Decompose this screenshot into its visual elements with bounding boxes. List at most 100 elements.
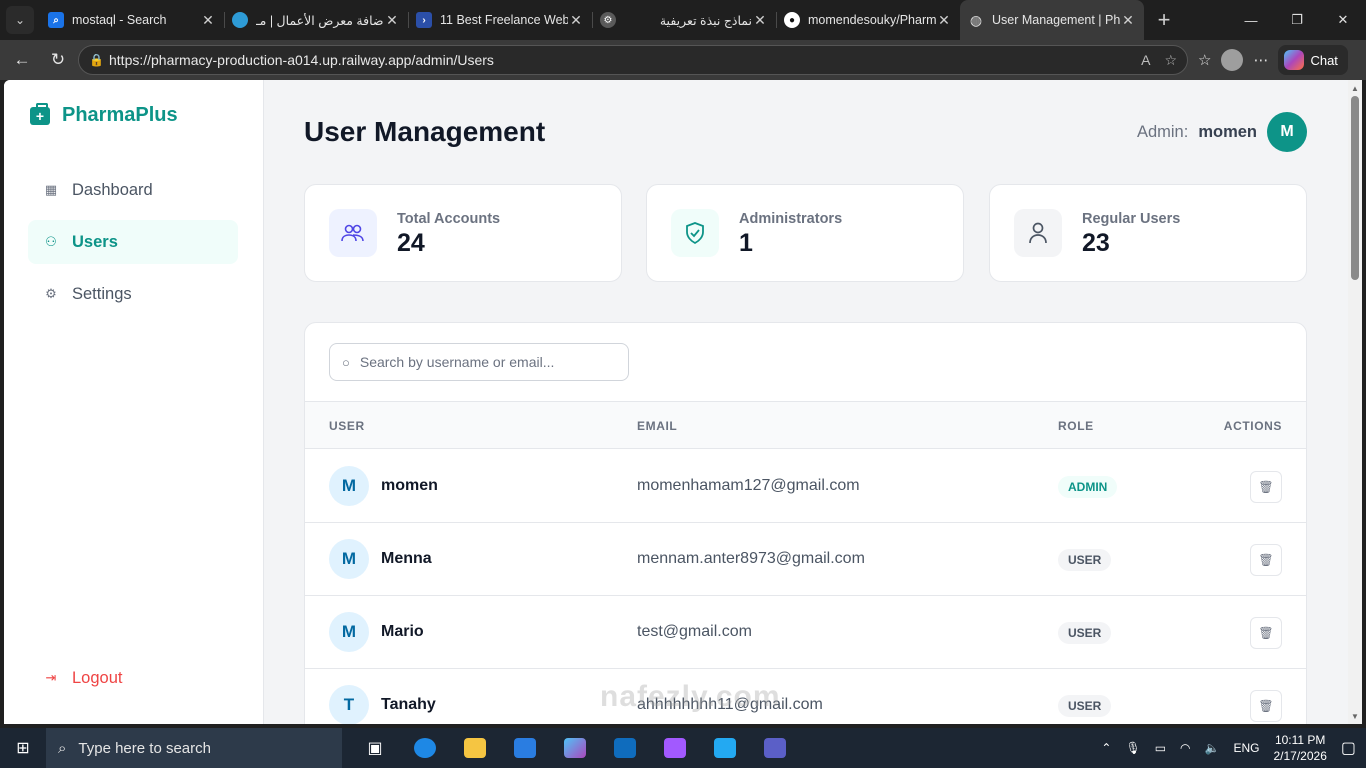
scroll-down-icon[interactable]: ▼ — [1351, 712, 1359, 721]
taskbar-app-explorer[interactable] — [452, 728, 498, 768]
taskbar-app-m365[interactable] — [552, 728, 598, 768]
taskbar-app-vscode[interactable] — [702, 728, 748, 768]
watermark: nafezly.com — [600, 680, 781, 713]
copilot-icon — [1284, 50, 1305, 70]
browser-tab[interactable]: ● momendesouky/Pharma ✕ — [776, 0, 960, 40]
search-icon: ○ — [342, 354, 350, 370]
taskbar-app-mail[interactable] — [502, 728, 548, 768]
delete-button[interactable]: 🗑 — [1250, 690, 1282, 722]
search-icon: ⌕ — [58, 739, 67, 757]
medical-kit-icon — [30, 102, 50, 125]
brand[interactable]: PharmaPlus — [30, 102, 178, 127]
tab-actions-menu[interactable]: ⌄ — [0, 0, 40, 40]
globe-icon: ◍ — [969, 11, 983, 28]
table-row: T Tanahy ahhhhhhhh11@gmail.com USER 🗑 — [305, 669, 1306, 724]
taskbar-app-figma[interactable] — [652, 728, 698, 768]
close-icon[interactable]: ✕ — [936, 12, 952, 29]
copilot-chat-button[interactable]: Chat — [1278, 45, 1348, 75]
close-icon[interactable]: ✕ — [752, 12, 768, 29]
user-name: momen — [381, 477, 438, 494]
refresh-button[interactable]: ↻ — [42, 44, 74, 76]
favorite-star-icon[interactable]: ☆ — [1164, 52, 1177, 69]
language-indicator[interactable]: ENG — [1233, 741, 1259, 755]
search-input[interactable] — [359, 354, 610, 370]
clock-date: 2/17/2026 — [1273, 749, 1327, 763]
sidebar: PharmaPlus ▦ Dashboard ⚇ Users ⚙ Setting… — [4, 80, 264, 724]
wifi-icon[interactable]: ◠ — [1180, 741, 1190, 755]
taskbar-app-edge[interactable] — [402, 728, 448, 768]
sidebar-item-label: Settings — [72, 284, 132, 303]
close-icon[interactable]: ✕ — [1120, 12, 1136, 29]
user-name: Tanahy — [381, 696, 436, 713]
gear-icon: ⚙ — [45, 286, 57, 301]
trash-icon: 🗑 — [1258, 626, 1274, 640]
delete-button[interactable]: 🗑 — [1250, 617, 1282, 649]
outlook-icon — [614, 738, 636, 758]
window-controls: — ❐ ✕ — [1228, 0, 1366, 40]
search-field[interactable]: ○ — [329, 343, 629, 381]
admin-prefix: Admin: — [1136, 122, 1189, 141]
task-view-button[interactable]: ▣ — [352, 728, 398, 768]
taskbar-search-placeholder: Type here to search — [78, 739, 211, 757]
favorites-icon[interactable]: ☆ — [1198, 51, 1211, 69]
browser-tab[interactable]: › 11 Best Freelance Web D ✕ — [408, 0, 592, 40]
notification-icon[interactable]: ▢ — [1341, 738, 1356, 758]
close-icon[interactable]: ✕ — [200, 12, 216, 29]
new-tab-button[interactable]: + — [1144, 0, 1184, 40]
avatar: T — [329, 685, 369, 724]
trash-icon: 🗑 — [1258, 480, 1274, 494]
logout-button[interactable]: ⇥ Logout — [28, 656, 238, 700]
battery-icon[interactable]: ▭ — [1155, 741, 1166, 755]
vscode-icon — [714, 738, 736, 758]
stat-card-regular-users: Regular Users 23 — [989, 184, 1307, 282]
browser-tab[interactable]: ⌕ mostaql - Search ✕ — [40, 0, 224, 40]
tab-title: نماذج نبذة تعريفية — [659, 13, 752, 28]
user-email: mennam.anter8973@gmail.com — [637, 550, 865, 567]
delete-button[interactable]: 🗑 — [1250, 471, 1282, 503]
delete-button[interactable]: 🗑 — [1250, 544, 1282, 576]
browser-tab-strip: ⌄ ⌕ mostaql - Search ✕ إضافة معرض الأعما… — [0, 0, 1366, 40]
copilot-label: Chat — [1310, 52, 1338, 68]
scroll-up-icon[interactable]: ▲ — [1351, 84, 1359, 93]
avatar[interactable]: M — [1267, 112, 1307, 152]
read-aloud-icon[interactable]: A — [1141, 52, 1150, 69]
taskbar-app-teams[interactable] — [752, 728, 798, 768]
clock[interactable]: 10:11 PM 2/17/2026 — [1273, 732, 1326, 764]
tab-title: 11 Best Freelance Web D — [440, 13, 568, 27]
sidebar-item-settings[interactable]: ⚙ Settings — [28, 272, 238, 316]
scrollbar-thumb[interactable] — [1351, 96, 1359, 280]
profile-avatar[interactable] — [1221, 49, 1244, 71]
microphone-icon[interactable]: 🎙 — [1125, 741, 1140, 755]
tab-title: إضافة معرض الأعمال | مـ — [256, 13, 384, 28]
taskbar-app-outlook[interactable] — [602, 728, 648, 768]
users-icon — [329, 209, 377, 257]
browser-tab[interactable]: ⚙ نماذج نبذة تعريفية ✕ — [592, 0, 776, 40]
role-badge: USER — [1058, 622, 1112, 644]
tab-title: mostaql - Search — [72, 13, 167, 27]
minimize-button[interactable]: — — [1228, 0, 1274, 40]
address-bar[interactable]: 🔒 https://pharmacy-production-a014.up.ra… — [78, 45, 1188, 75]
brand-name: PharmaPlus — [62, 104, 178, 126]
browser-tab-active[interactable]: ◍ User Management | Pha ✕ — [960, 0, 1144, 40]
more-menu-icon[interactable]: ⋯ — [1253, 51, 1268, 69]
restore-button[interactable]: ❐ — [1274, 0, 1320, 40]
chatgpt-icon: ⚙ — [600, 12, 616, 28]
close-icon[interactable]: ✕ — [384, 12, 400, 29]
start-button[interactable]: ⊞ — [0, 728, 46, 768]
close-icon[interactable]: ✕ — [568, 12, 584, 29]
back-button[interactable]: ← — [6, 44, 38, 76]
role-badge: ADMIN — [1058, 476, 1118, 498]
browser-tab[interactable]: إضافة معرض الأعمال | مـ ✕ — [224, 0, 408, 40]
page-scrollbar[interactable]: ▲ ▼ — [1348, 80, 1362, 724]
windows-icon: ⊞ — [16, 740, 30, 757]
teams-icon — [764, 738, 786, 758]
close-window-button[interactable]: ✕ — [1320, 0, 1366, 40]
taskbar-search[interactable]: ⌕ Type here to search — [46, 728, 342, 768]
chevron-up-icon[interactable]: ⌃ — [1101, 741, 1111, 755]
sidebar-item-users[interactable]: ⚇ Users — [28, 220, 238, 264]
admin-info: Admin: momen M — [1137, 112, 1307, 152]
stat-card-administrators: Administrators 1 — [646, 184, 964, 282]
sidebar-item-dashboard[interactable]: ▦ Dashboard — [28, 168, 238, 212]
volume-icon[interactable]: 🔈 — [1205, 741, 1220, 755]
url-text: https://pharmacy-production-a014.up.rail… — [109, 52, 494, 68]
